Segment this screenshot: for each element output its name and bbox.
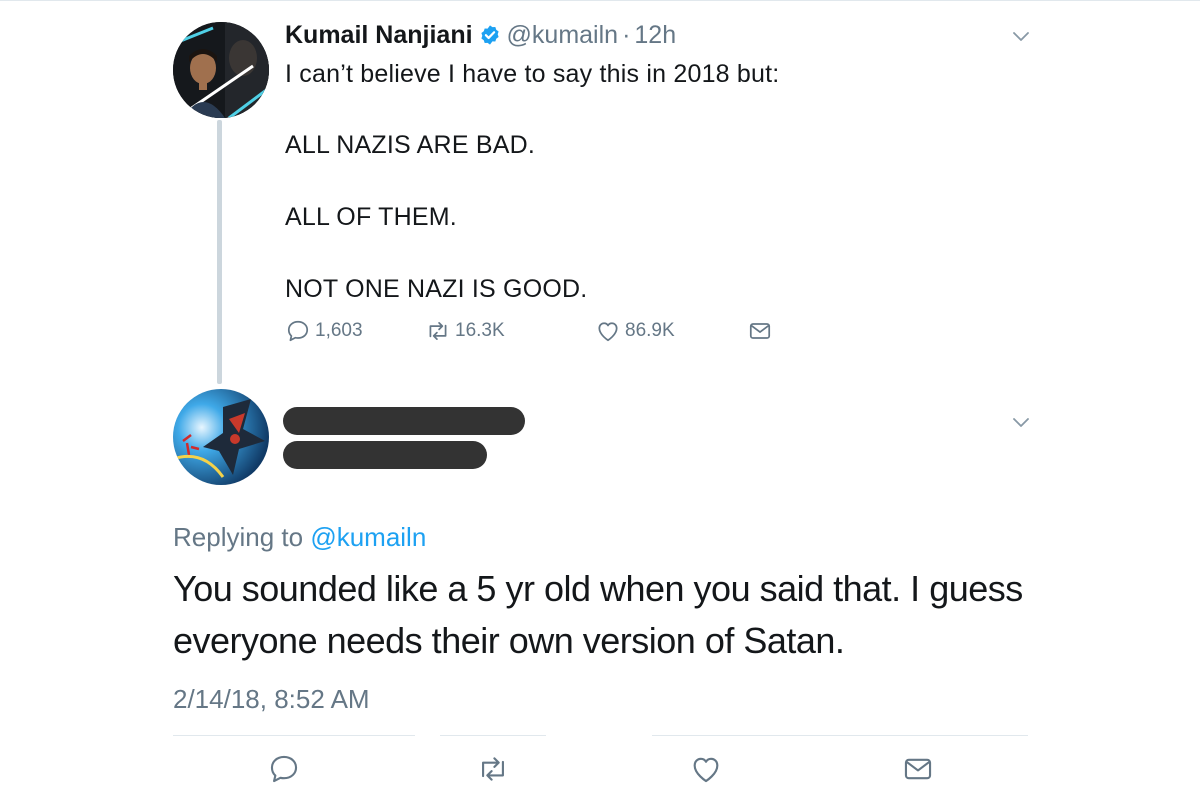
like-count: 86.9K: [625, 320, 675, 341]
author-avatar[interactable]: [173, 22, 269, 118]
top-divider: [0, 0, 1200, 1]
reply-timestamp[interactable]: 2/14/18, 8:52 AM: [173, 684, 370, 715]
message-icon: [749, 323, 771, 339]
like-icon: [598, 322, 618, 342]
redacted-display-name: [283, 407, 525, 435]
tweet-text-line: ALL NAZIS ARE BAD.: [285, 131, 535, 159]
replying-to-label: Replying to: [173, 522, 304, 552]
divider-segment: [440, 735, 546, 736]
retweet-icon: [429, 322, 447, 340]
like-button[interactable]: 86.9K: [595, 318, 675, 344]
reply-button[interactable]: [267, 752, 301, 786]
thread-connector-line: [217, 120, 222, 384]
reply-tweet-text: You sounded like a 5 yr old when you sai…: [173, 568, 1023, 661]
chevron-down-icon[interactable]: [1011, 26, 1031, 46]
like-icon: [693, 757, 719, 783]
reply-icon: [287, 320, 309, 342]
redacted-handle: [283, 441, 487, 469]
direct-message-button[interactable]: [747, 318, 777, 344]
replying-to: Replying to @kumailn: [173, 522, 426, 553]
retweet-button[interactable]: 16.3K: [425, 318, 505, 344]
tweet-header: Kumail Nanjiani @kumailn · 12h: [285, 20, 676, 50]
tweet-time[interactable]: 12h: [634, 21, 676, 50]
tweet-thread-view: Kumail Nanjiani @kumailn · 12h I can’t b…: [0, 0, 1200, 797]
tweet-text-line: I can’t believe I have to say this in 20…: [285, 60, 780, 88]
divider-segment: [652, 735, 1028, 736]
author-handle[interactable]: @kumailn: [507, 21, 619, 50]
like-button[interactable]: [689, 752, 723, 786]
author-name[interactable]: Kumail Nanjiani: [285, 21, 473, 50]
message-icon: [904, 758, 932, 780]
reply-tweet-actions: [0, 752, 1200, 792]
verified-badge-icon: [479, 24, 501, 46]
replying-to-handle-link[interactable]: @kumailn: [310, 522, 426, 552]
retweet-icon: [482, 757, 504, 781]
avatar-image: [173, 389, 269, 485]
reply-button[interactable]: 1,603: [285, 318, 363, 344]
retweet-button[interactable]: [476, 752, 510, 786]
avatar-photo: [173, 22, 269, 118]
tweet-text-line: NOT ONE NAZI IS GOOD.: [285, 275, 588, 303]
tweet-actions: 1,603 16.3K 86.9K: [285, 318, 805, 348]
header-separator: ·: [622, 20, 631, 49]
direct-message-button[interactable]: [901, 752, 935, 786]
divider-segment: [173, 735, 415, 736]
reply-icon: [270, 755, 298, 783]
replier-avatar[interactable]: [173, 389, 269, 485]
chevron-down-icon[interactable]: [1011, 412, 1031, 432]
tweet-text-line: ALL OF THEM.: [285, 203, 457, 231]
reply-count: 1,603: [315, 320, 363, 341]
retweet-count: 16.3K: [455, 320, 505, 341]
